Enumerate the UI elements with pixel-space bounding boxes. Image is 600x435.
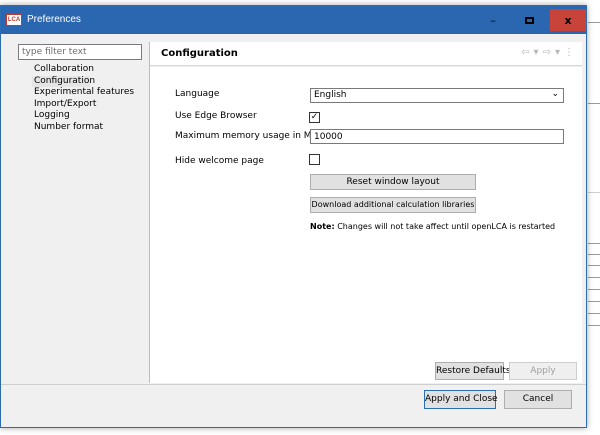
forward-dropdown-icon[interactable]: ▾: [555, 47, 560, 58]
preferences-dialog: LCA Preferences – x Collaboration Config…: [0, 5, 587, 428]
forward-arrow-icon[interactable]: ⇨: [543, 47, 551, 58]
restart-note: Note: Changes will not take affect until…: [310, 222, 555, 231]
apply-and-close-button[interactable]: Apply and Close: [424, 390, 498, 409]
maximize-button[interactable]: [512, 10, 546, 30]
view-menu-icon[interactable]: ⋮: [564, 47, 574, 58]
background-divider: [588, 289, 600, 290]
background-divider: [588, 243, 600, 244]
checkmark-icon: ✓: [310, 112, 319, 122]
back-dropdown-icon[interactable]: ▾: [534, 47, 539, 58]
edge-browser-label: Use Edge Browser: [175, 111, 257, 121]
edge-browser-checkbox[interactable]: ✓: [309, 112, 320, 123]
note-text: Changes will not take affect until openL…: [337, 222, 556, 231]
back-arrow-icon[interactable]: ⇦: [521, 47, 529, 58]
maximize-icon: [524, 16, 534, 24]
cancel-button[interactable]: Cancel: [504, 390, 572, 409]
background-divider: [588, 277, 600, 278]
close-icon: x: [564, 13, 572, 27]
background-divider: [588, 313, 600, 314]
minimize-button[interactable]: –: [476, 10, 510, 30]
configuration-page: Language English ⌄ Use Edge Browser ✓ Ma…: [150, 67, 582, 383]
apply-button[interactable]: Apply: [509, 362, 577, 380]
tree-item-logging[interactable]: Logging: [32, 110, 148, 122]
tree-item-number-format[interactable]: Number format: [32, 122, 148, 134]
preference-tree: Collaboration Configuration Experimental…: [32, 64, 148, 133]
background-divider: [588, 254, 600, 255]
memory-input[interactable]: [310, 129, 564, 144]
close-button[interactable]: x: [550, 9, 586, 31]
background-divider: [588, 301, 600, 302]
title-bar[interactable]: LCA Preferences – x: [1, 6, 586, 34]
reset-window-layout-button[interactable]: Reset window layout: [310, 174, 476, 190]
tree-item-collaboration[interactable]: Collaboration: [32, 64, 148, 76]
background-divider: [588, 103, 600, 104]
page-header: Configuration ⇦ ▾ ⇨ ▾ ⋮: [150, 42, 582, 66]
background-divider: [588, 192, 600, 193]
background-divider: [588, 265, 600, 266]
language-select[interactable]: English ⌄: [310, 88, 564, 103]
tree-item-import-export[interactable]: Import/Export: [32, 99, 148, 111]
note-prefix: Note:: [310, 222, 335, 231]
footer-separator: [1, 384, 586, 385]
welcome-page-checkbox[interactable]: [309, 154, 320, 165]
history-navigation: ⇦ ▾ ⇨ ▾ ⋮: [521, 47, 574, 58]
restore-defaults-button[interactable]: Restore Defaults: [435, 362, 511, 380]
tree-item-configuration[interactable]: Configuration: [32, 75, 95, 87]
language-value: English: [314, 90, 347, 100]
download-libraries-button[interactable]: Download additional calculation librarie…: [310, 197, 476, 213]
minimize-icon: –: [490, 13, 496, 27]
filter-input[interactable]: [18, 44, 142, 60]
welcome-page-label: Hide welcome page: [175, 156, 264, 166]
background-divider: [588, 325, 600, 326]
openlca-app-icon: LCA: [6, 14, 22, 26]
tree-item-experimental-features[interactable]: Experimental features: [32, 87, 148, 99]
memory-label: Maximum memory usage in MB: [175, 131, 318, 141]
chevron-down-icon: ⌄: [551, 89, 559, 99]
language-label: Language: [175, 89, 220, 99]
window-title: Preferences: [27, 14, 81, 25]
page-title: Configuration: [161, 48, 238, 59]
background-divider: [588, 22, 600, 23]
